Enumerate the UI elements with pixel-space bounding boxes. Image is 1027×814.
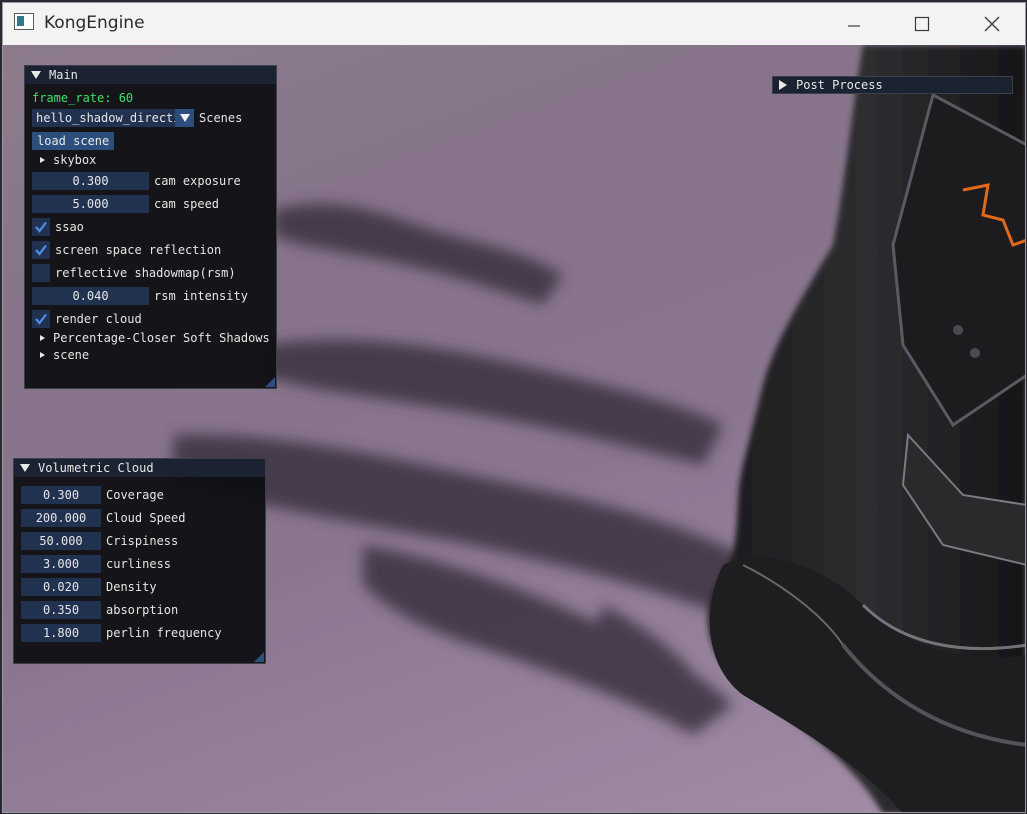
expand-arrow-icon [40, 335, 45, 341]
volumetric-cloud-panel: Volumetric Cloud 0.300 Coverage 200.000 … [13, 458, 266, 664]
post-process-panel: Post Process [772, 76, 1013, 94]
cloud-panel-header[interactable]: Volumetric Cloud [14, 459, 265, 477]
post-process-header[interactable]: Post Process [773, 77, 1012, 93]
crispiness-label: Crispiness [106, 534, 179, 548]
perlin-frequency-input[interactable]: 1.800 [21, 624, 101, 642]
skybox-tree-node[interactable]: skybox [40, 153, 96, 167]
scene-select[interactable]: hello_shadow_directi [32, 109, 194, 127]
coverage-input[interactable]: 0.300 [21, 486, 101, 504]
collapse-arrow-icon[interactable] [20, 464, 30, 472]
skybox-label: skybox [53, 153, 97, 167]
close-icon [984, 16, 1000, 32]
scene-label: scene [53, 348, 90, 362]
app-icon [14, 13, 34, 30]
post-process-title: Post Process [796, 78, 883, 92]
ssr-checkbox[interactable] [32, 241, 50, 259]
cam-speed-label: cam speed [154, 197, 220, 211]
frame-rate-text: frame_rate: 60 [32, 91, 134, 105]
cam-exposure-label: cam exposure [154, 174, 241, 188]
ssr-label: screen space reflection [55, 243, 222, 257]
render-cloud-label: render cloud [55, 312, 142, 326]
minimize-icon [848, 25, 860, 27]
cam-exposure-input[interactable]: 0.300 [32, 172, 149, 190]
ssao-checkbox[interactable] [32, 218, 50, 236]
render-viewport[interactable]: Main frame_rate: 60 hello_shadow_directi… [3, 45, 1025, 812]
scenes-label: Scenes [199, 111, 243, 125]
load-scene-button[interactable]: load scene [32, 132, 115, 150]
cloud-speed-label: Cloud Speed [106, 511, 186, 525]
ssao-label: ssao [55, 220, 84, 234]
expand-arrow-icon [40, 352, 45, 358]
pcss-label: Percentage-Closer Soft Shadows [53, 331, 270, 345]
chevron-down-icon[interactable] [175, 109, 194, 127]
crispiness-input[interactable]: 50.000 [21, 532, 101, 550]
rsm-checkbox[interactable] [32, 264, 50, 282]
density-label: Density [106, 580, 157, 594]
minimize-button[interactable] [819, 3, 889, 45]
cloud-speed-input[interactable]: 200.000 [21, 509, 101, 527]
absorption-input[interactable]: 0.350 [21, 601, 101, 619]
scene-select-value: hello_shadow_directi [36, 111, 175, 125]
title-bar[interactable]: KongEngine [3, 3, 1025, 45]
resize-grip-icon[interactable] [265, 377, 275, 387]
rsm-intensity-input[interactable]: 0.040 [32, 287, 149, 305]
collapse-arrow-icon[interactable] [31, 71, 41, 79]
curliness-input[interactable]: 3.000 [21, 555, 101, 573]
render-cloud-checkbox[interactable] [32, 310, 50, 328]
absorption-label: absorption [106, 603, 179, 617]
perlin-frequency-label: perlin frequency [106, 626, 222, 640]
cam-speed-input[interactable]: 5.000 [32, 195, 149, 213]
main-panel-header[interactable]: Main [25, 66, 276, 84]
pcss-tree-node[interactable]: Percentage-Closer Soft Shadows [40, 331, 270, 345]
rsm-intensity-label: rsm intensity [154, 289, 248, 303]
checkmark-icon [35, 313, 47, 325]
app-window: KongEngine Main frame_rate: 60 hello_sha… [2, 2, 1026, 813]
curliness-label: curliness [106, 557, 172, 571]
density-input[interactable]: 0.020 [21, 578, 101, 596]
main-panel: Main frame_rate: 60 hello_shadow_directi… [24, 65, 277, 389]
main-panel-title: Main [49, 68, 78, 82]
rsm-label: reflective shadowmap(rsm) [55, 266, 236, 280]
expand-arrow-icon [40, 157, 45, 163]
close-button[interactable] [957, 3, 1025, 45]
maximize-button[interactable] [887, 3, 957, 45]
coverage-label: Coverage [106, 488, 164, 502]
cloud-panel-title: Volumetric Cloud [38, 461, 154, 475]
expand-arrow-icon[interactable] [779, 80, 787, 90]
scene-tree-node[interactable]: scene [40, 348, 89, 362]
window-title: KongEngine [44, 13, 145, 33]
maximize-icon [914, 16, 930, 32]
resize-grip-icon[interactable] [254, 652, 264, 662]
checkmark-icon [35, 244, 47, 256]
checkmark-icon [35, 221, 47, 233]
